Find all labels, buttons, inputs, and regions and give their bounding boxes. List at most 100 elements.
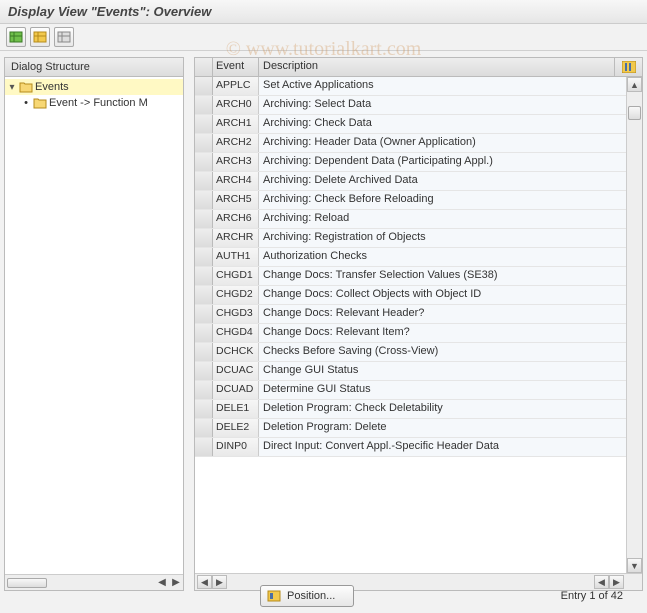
- footer: Position... Entry 1 of 42: [0, 583, 647, 609]
- table-row[interactable]: ARCH1Archiving: Check Data: [195, 115, 642, 134]
- event-cell: DELE2: [213, 419, 259, 437]
- table-row[interactable]: ARCH0Archiving: Select Data: [195, 96, 642, 115]
- tree-item-label: Events: [35, 81, 69, 93]
- dialog-structure-tree[interactable]: ▾ Events • Event -> Function M ◀ ▶: [4, 77, 184, 591]
- row-selector[interactable]: [195, 362, 213, 380]
- toolbar: [0, 24, 647, 51]
- event-cell: CHGD2: [213, 286, 259, 304]
- event-cell: DCHCK: [213, 343, 259, 361]
- table-header: Event Description: [195, 58, 642, 77]
- event-cell: ARCH5: [213, 191, 259, 209]
- row-selector[interactable]: [195, 400, 213, 418]
- table-body: APPLCSet Active ApplicationsARCH0Archivi…: [195, 77, 642, 457]
- scroll-down-icon[interactable]: ▼: [627, 558, 642, 573]
- event-cell: DCUAC: [213, 362, 259, 380]
- description-cell: Change Docs: Transfer Selection Values (…: [259, 267, 642, 285]
- tree-item-label: Event -> Function M: [49, 97, 148, 109]
- row-selector[interactable]: [195, 286, 213, 304]
- description-cell: Deletion Program: Delete: [259, 419, 642, 437]
- table-row[interactable]: ARCHRArchiving: Registration of Objects: [195, 229, 642, 248]
- scroll-up-icon[interactable]: ▲: [627, 77, 642, 92]
- row-selector[interactable]: [195, 210, 213, 228]
- dialog-structure-header: Dialog Structure: [4, 57, 184, 77]
- event-cell: DELE1: [213, 400, 259, 418]
- row-selector[interactable]: [195, 77, 213, 95]
- description-cell: Direct Input: Convert Appl.-Specific Hea…: [259, 438, 642, 456]
- table-config-button[interactable]: [614, 58, 642, 76]
- table-row[interactable]: ARCH5Archiving: Check Before Reloading: [195, 191, 642, 210]
- description-cell: Archiving: Dependent Data (Participating…: [259, 153, 642, 171]
- table-row[interactable]: DELE2Deletion Program: Delete: [195, 419, 642, 438]
- event-cell: CHGD1: [213, 267, 259, 285]
- scrollbar-thumb[interactable]: [628, 106, 641, 120]
- tree-item-events[interactable]: ▾ Events: [5, 79, 183, 95]
- column-header-description[interactable]: Description: [259, 58, 614, 76]
- collapse-all-button[interactable]: [30, 27, 50, 47]
- table-yellow-icon: [33, 30, 47, 44]
- row-selector[interactable]: [195, 115, 213, 133]
- event-cell: CHGD3: [213, 305, 259, 323]
- event-cell: ARCH2: [213, 134, 259, 152]
- row-selector[interactable]: [195, 305, 213, 323]
- row-selector[interactable]: [195, 134, 213, 152]
- description-cell: Archiving: Reload: [259, 210, 642, 228]
- table-row[interactable]: ARCH2Archiving: Header Data (Owner Appli…: [195, 134, 642, 153]
- row-selector[interactable]: [195, 267, 213, 285]
- row-selector[interactable]: [195, 438, 213, 456]
- table-row[interactable]: ARCH3Archiving: Dependent Data (Particip…: [195, 153, 642, 172]
- event-cell: DINP0: [213, 438, 259, 456]
- table-row[interactable]: AUTH1Authorization Checks: [195, 248, 642, 267]
- row-selector[interactable]: [195, 381, 213, 399]
- table-row[interactable]: DCUACChange GUI Status: [195, 362, 642, 381]
- table-row[interactable]: ARCH4Archiving: Delete Archived Data: [195, 172, 642, 191]
- table-row[interactable]: CHGD3Change Docs: Relevant Header?: [195, 305, 642, 324]
- table-grey-icon: [57, 30, 71, 44]
- position-icon: [267, 589, 281, 603]
- expand-all-button[interactable]: [6, 27, 26, 47]
- event-cell: ARCH6: [213, 210, 259, 228]
- table-row[interactable]: DCHCKChecks Before Saving (Cross-View): [195, 343, 642, 362]
- folder-icon: [33, 97, 47, 109]
- table-row[interactable]: CHGD4Change Docs: Relevant Item?: [195, 324, 642, 343]
- position-button-label: Position...: [287, 590, 335, 602]
- tree-item-event-function[interactable]: • Event -> Function M: [5, 95, 183, 111]
- table-row[interactable]: DCUADDetermine GUI Status: [195, 381, 642, 400]
- event-cell: ARCH4: [213, 172, 259, 190]
- table-row[interactable]: APPLCSet Active Applications: [195, 77, 642, 96]
- row-selector[interactable]: [195, 172, 213, 190]
- event-cell: ARCHR: [213, 229, 259, 247]
- tree-expander[interactable]: ▾: [7, 82, 17, 93]
- table-row[interactable]: CHGD1Change Docs: Transfer Selection Val…: [195, 267, 642, 286]
- table-row[interactable]: CHGD2Change Docs: Collect Objects with O…: [195, 286, 642, 305]
- table-row[interactable]: DINP0Direct Input: Convert Appl.-Specifi…: [195, 438, 642, 457]
- table-settings-icon: [622, 61, 636, 73]
- table-row[interactable]: DELE1Deletion Program: Check Deletabilit…: [195, 400, 642, 419]
- vertical-scrollbar[interactable]: ▲ ▼: [626, 77, 642, 573]
- row-selector[interactable]: [195, 153, 213, 171]
- folder-open-icon: [19, 81, 33, 93]
- row-selector[interactable]: [195, 96, 213, 114]
- column-header-event[interactable]: Event: [213, 58, 259, 76]
- row-selector[interactable]: [195, 191, 213, 209]
- description-cell: Determine GUI Status: [259, 381, 642, 399]
- description-cell: Change Docs: Relevant Item?: [259, 324, 642, 342]
- row-selector[interactable]: [195, 419, 213, 437]
- event-cell: ARCH1: [213, 115, 259, 133]
- event-cell: CHGD4: [213, 324, 259, 342]
- description-cell: Archiving: Registration of Objects: [259, 229, 642, 247]
- events-table: Event Description APPLCSet Active Applic…: [194, 57, 643, 591]
- event-cell: AUTH1: [213, 248, 259, 266]
- row-selector[interactable]: [195, 324, 213, 342]
- event-cell: ARCH0: [213, 96, 259, 114]
- select-block-button[interactable]: [54, 27, 74, 47]
- position-button[interactable]: Position...: [260, 585, 354, 607]
- row-selector[interactable]: [195, 229, 213, 247]
- row-selector[interactable]: [195, 343, 213, 361]
- description-cell: Archiving: Check Before Reloading: [259, 191, 642, 209]
- select-all-header[interactable]: [195, 58, 213, 76]
- description-cell: Set Active Applications: [259, 77, 642, 95]
- row-selector[interactable]: [195, 248, 213, 266]
- table-row[interactable]: ARCH6Archiving: Reload: [195, 210, 642, 229]
- description-cell: Change GUI Status: [259, 362, 642, 380]
- description-cell: Archiving: Check Data: [259, 115, 642, 133]
